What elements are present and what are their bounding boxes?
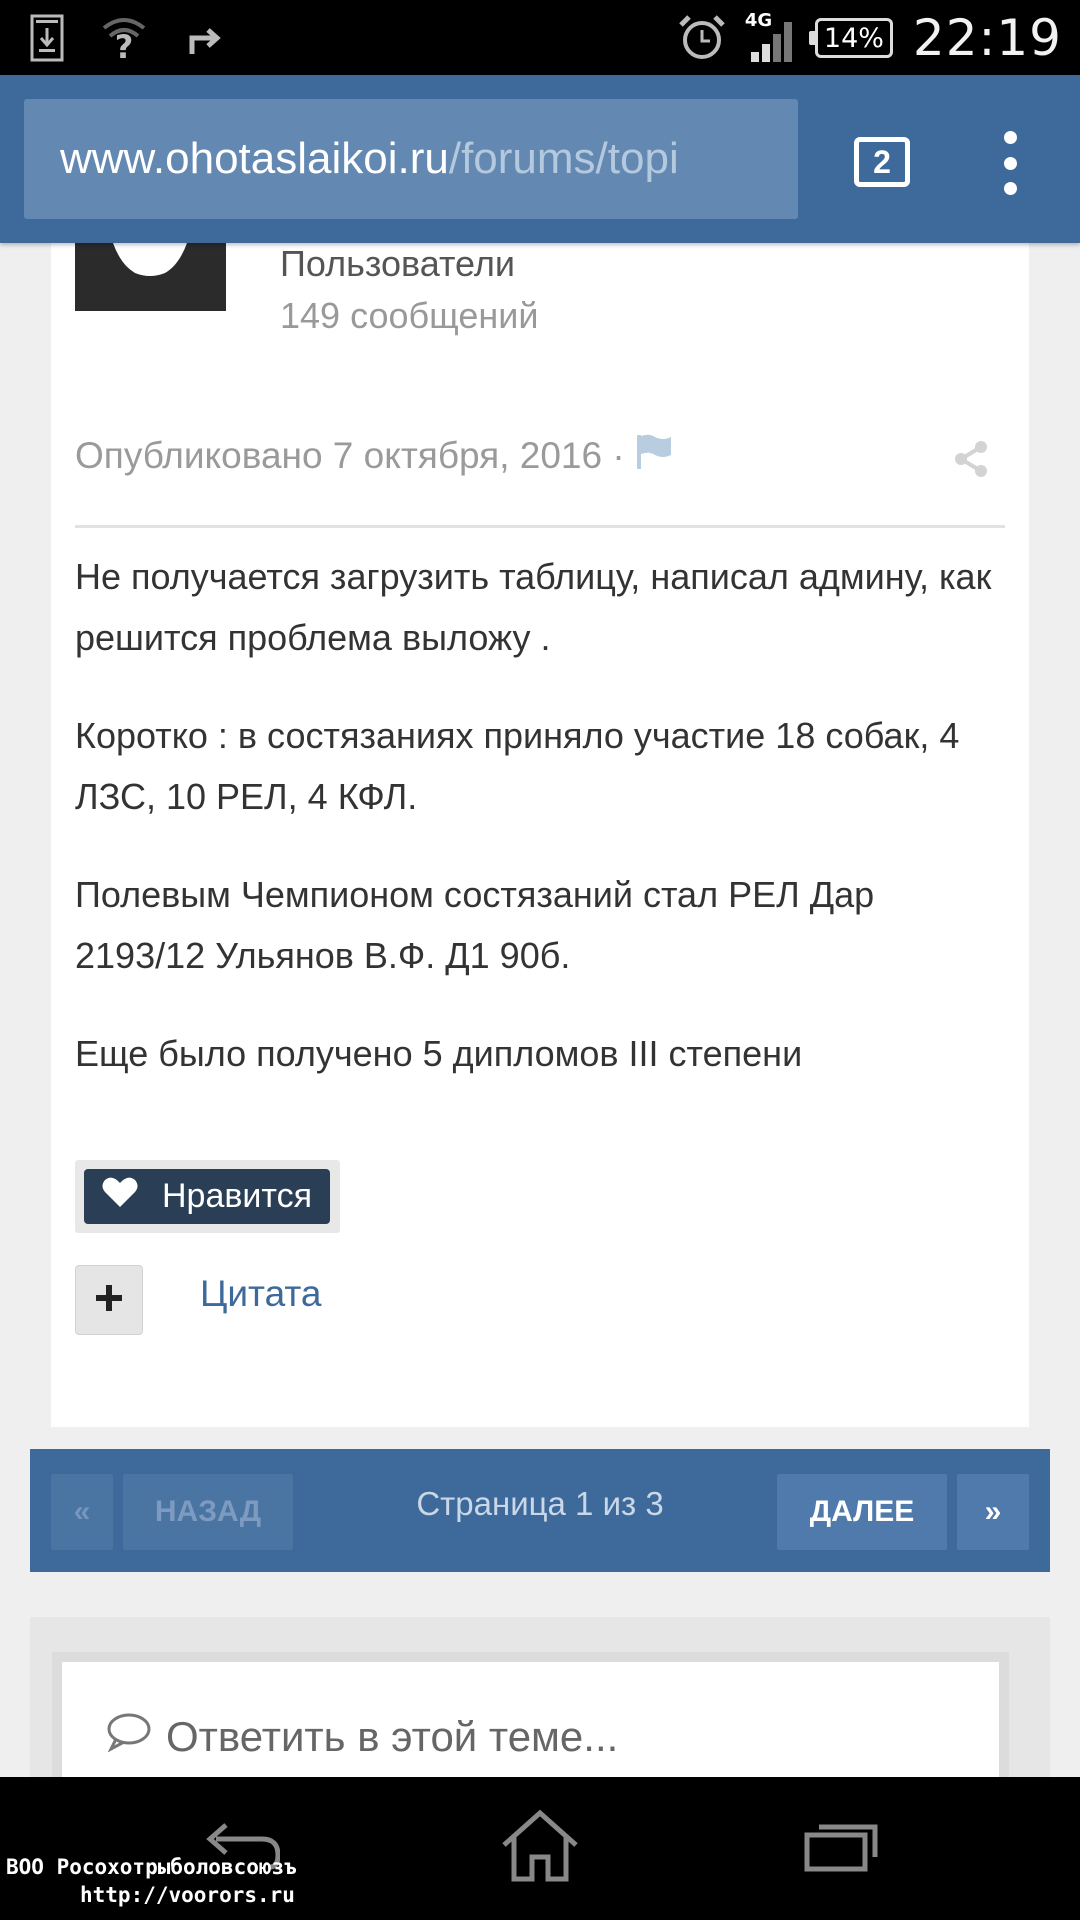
like-label: Нравится [162,1177,313,1215]
plus-icon [95,1284,123,1317]
clock: 22:19 [912,9,1062,67]
forum-post: Пользователи 149 сообщений Опубликовано … [51,243,1029,1427]
network-type-label: 4G [744,10,773,31]
first-page-button[interactable]: « [51,1474,113,1550]
post-meta: Опубликовано 7 октября, 2016 · [75,433,675,478]
reaction-area: Нравится [75,1160,340,1233]
multiquote-add-button[interactable] [75,1265,143,1335]
share-icon[interactable] [953,440,989,483]
home-button[interactable] [498,1807,582,1888]
url-host: www.ohotaslaikoi.ru [60,134,449,183]
tab-switcher-button[interactable]: 2 [854,137,910,187]
comment-icon [106,1712,152,1762]
tab-count: 2 [873,143,891,180]
post-paragraph: Коротко : в состязаниях приняло участие … [75,715,960,817]
screen: ? 4G 14% 22:19 www.ohotaslaikoi.ru /foru… [0,0,1080,1920]
url-path: /forums/topi [448,134,679,183]
last-page-button[interactable]: » [957,1474,1029,1550]
reply-section: Ответить в этой теме... [30,1617,1050,1777]
signal-icon: 4G [744,10,795,64]
notification-icons: ? [30,8,224,68]
watermark-line: ВОО Росохотрыболовсоюзъ [6,1855,297,1879]
like-button[interactable]: Нравится [84,1169,330,1224]
system-icons: 4G 14% 22:19 [677,4,1062,72]
battery-percent: 14% [823,22,884,54]
pagination: « НАЗАД Страница 1 из 3 ДАЛЕЕ » [30,1449,1050,1572]
recent-apps-button[interactable] [803,1821,879,1878]
reply-prompt[interactable]: Ответить в этой теме... [106,1712,618,1762]
post-paragraph: Не получается загрузить таблицу, написал… [75,556,992,658]
author-group: Пользователи [280,243,515,284]
divider [75,525,1005,528]
quote-link[interactable]: Цитата [200,1273,321,1315]
usb-share-icon [184,18,224,58]
reply-box[interactable]: Ответить в этой теме... [52,1652,1009,1777]
author-post-count[interactable]: 149 сообщений [280,295,538,337]
published-date: Опубликовано 7 октября, 2016 · [75,434,625,476]
url-bar[interactable]: www.ohotaslaikoi.ru/forums/topi [24,99,798,219]
status-bar: ? 4G 14% 22:19 [0,0,1080,75]
menu-dot [1003,182,1017,195]
post-body: Не получается загрузить таблицу, написал… [75,546,1005,1121]
next-page-button[interactable]: ДАЛЕЕ [777,1474,947,1550]
battery-indicator: 14% [808,18,893,58]
download-notification-icon [30,14,64,62]
post-paragraph: Еще было получено 5 дипломов III степени [75,1033,803,1074]
wifi-unknown-icon: ? [100,14,148,62]
watermark: ВОО Росохотрыболовсоюзъ http://voorors.r… [6,1853,297,1909]
prev-page-button[interactable]: НАЗАД [123,1474,293,1550]
page-indicator: Страница 1 из 3 [416,1485,664,1522]
svg-text:?: ? [115,28,134,62]
post-paragraph: Полевым Чемпионом состязаний стал РЕЛ Да… [75,874,875,976]
browser-toolbar: www.ohotaslaikoi.ru/forums/topi 2 [0,75,1080,243]
reply-placeholder: Ответить в этой теме... [166,1713,619,1760]
avatar[interactable] [75,243,226,311]
report-flag-icon[interactable] [635,433,675,478]
overflow-menu-button[interactable] [997,131,1023,195]
heart-icon [102,1176,138,1217]
menu-dot [1003,156,1017,170]
watermark-line: http://voorors.ru [80,1883,295,1907]
menu-dot [1003,131,1017,144]
alarm-icon [677,13,727,63]
